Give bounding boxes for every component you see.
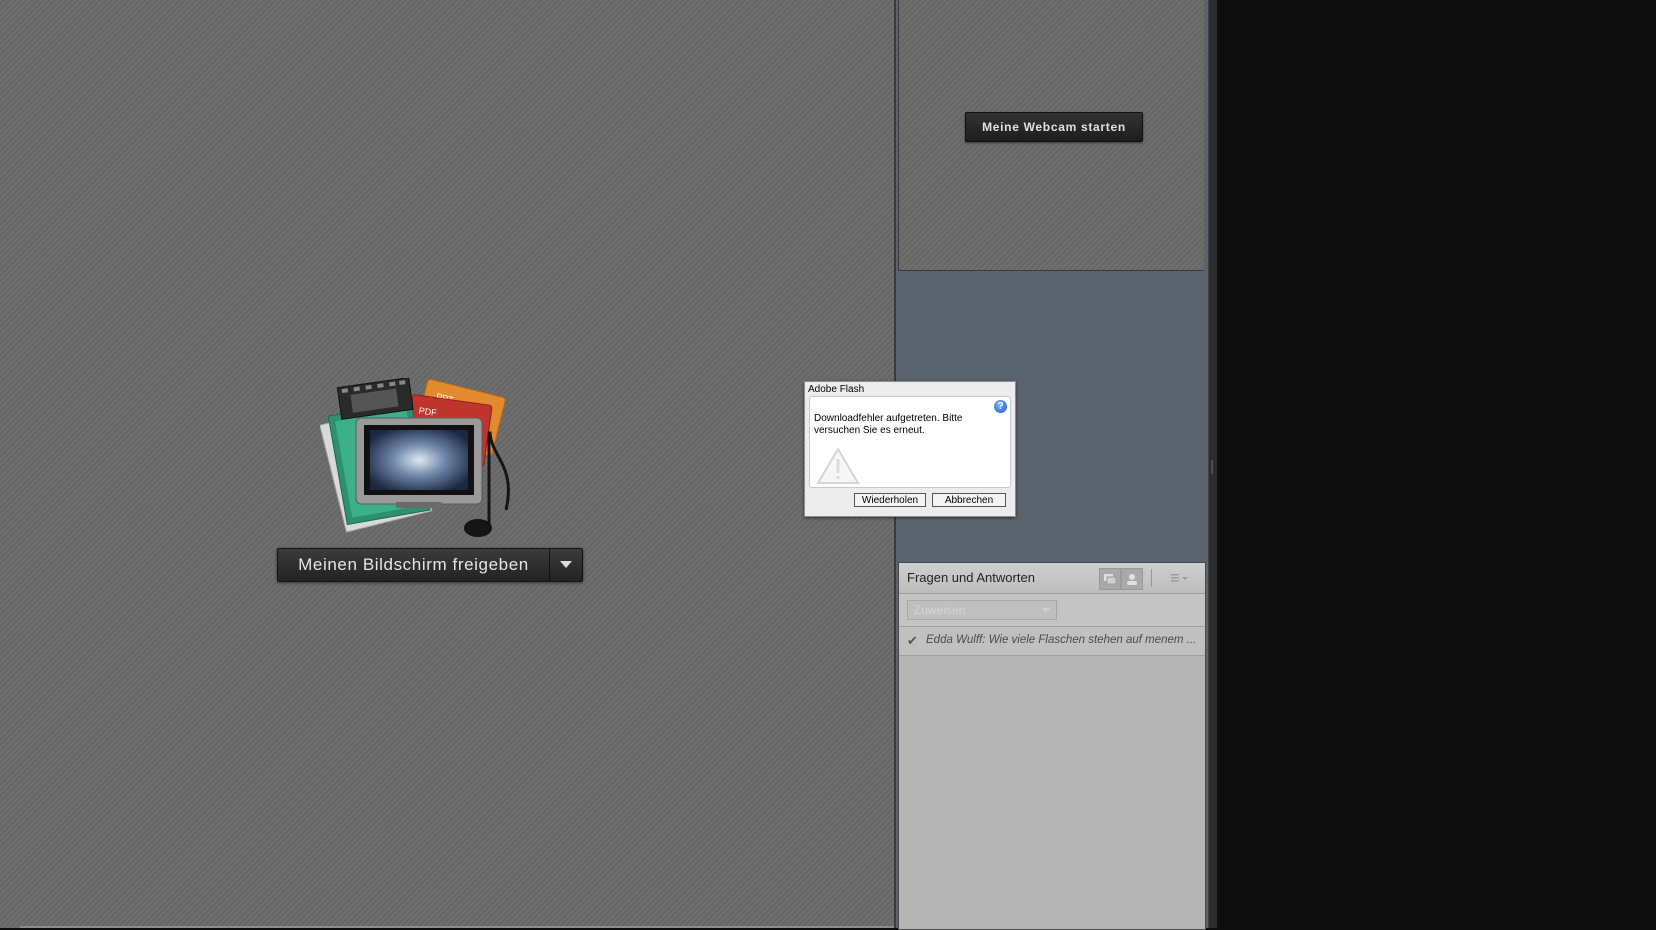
check-icon: ✔ bbox=[907, 633, 918, 648]
qa-pod: Fragen und Antworten Zuweisen ✔ Edda Wul… bbox=[898, 562, 1206, 930]
resize-grip[interactable] bbox=[1211, 460, 1213, 474]
user-icon[interactable] bbox=[1121, 568, 1143, 590]
qa-title: Fragen und Antworten bbox=[907, 570, 1035, 585]
dialog-message: Downloadfehler aufgetreten. Bitte versuc… bbox=[814, 413, 963, 436]
dialog-title: Adobe Flash bbox=[808, 384, 865, 395]
qa-header: Fragen und Antworten bbox=[899, 563, 1205, 594]
assign-select-value: Zuweisen bbox=[914, 603, 966, 617]
share-screen-button[interactable]: Meinen Bildschirm freigeben bbox=[277, 548, 583, 582]
qa-filter-row: Zuweisen bbox=[899, 594, 1205, 627]
dialog-body: ? Downloadfehler aufgetreten. Bitte vers… bbox=[809, 396, 1011, 488]
share-pod: PPT PDF Meinen Bildschirm freigeben bbox=[0, 0, 896, 928]
question-text: Edda Wulff: Wie viele Flaschen stehen au… bbox=[926, 634, 1197, 646]
warning-icon bbox=[816, 447, 860, 484]
share-screen-label: Meinen Bildschirm freigeben bbox=[298, 555, 529, 574]
start-webcam-button[interactable]: Meine Webcam starten bbox=[965, 112, 1143, 142]
chevron-down-icon bbox=[560, 561, 572, 568]
assign-select[interactable]: Zuweisen bbox=[907, 600, 1057, 620]
share-options-dropdown[interactable] bbox=[549, 549, 582, 581]
flash-error-dialog: Adobe Flash ? Downloadfehler aufgetreten… bbox=[804, 381, 1016, 517]
cancel-button[interactable]: Abbrechen bbox=[932, 493, 1006, 507]
retry-button[interactable]: Wiederholen bbox=[854, 493, 926, 507]
media-share-graphic: PPT PDF bbox=[320, 378, 510, 537]
group-view-icon[interactable] bbox=[1099, 568, 1121, 590]
help-icon[interactable]: ? bbox=[994, 400, 1007, 413]
question-row[interactable]: ✔ Edda Wulff: Wie viele Flaschen stehen … bbox=[899, 627, 1205, 656]
chevron-down-icon bbox=[1042, 608, 1050, 613]
webcam-pod: Meine Webcam starten bbox=[898, 0, 1204, 271]
header-separator bbox=[1151, 569, 1152, 587]
pod-menu-icon[interactable] bbox=[1171, 571, 1189, 589]
